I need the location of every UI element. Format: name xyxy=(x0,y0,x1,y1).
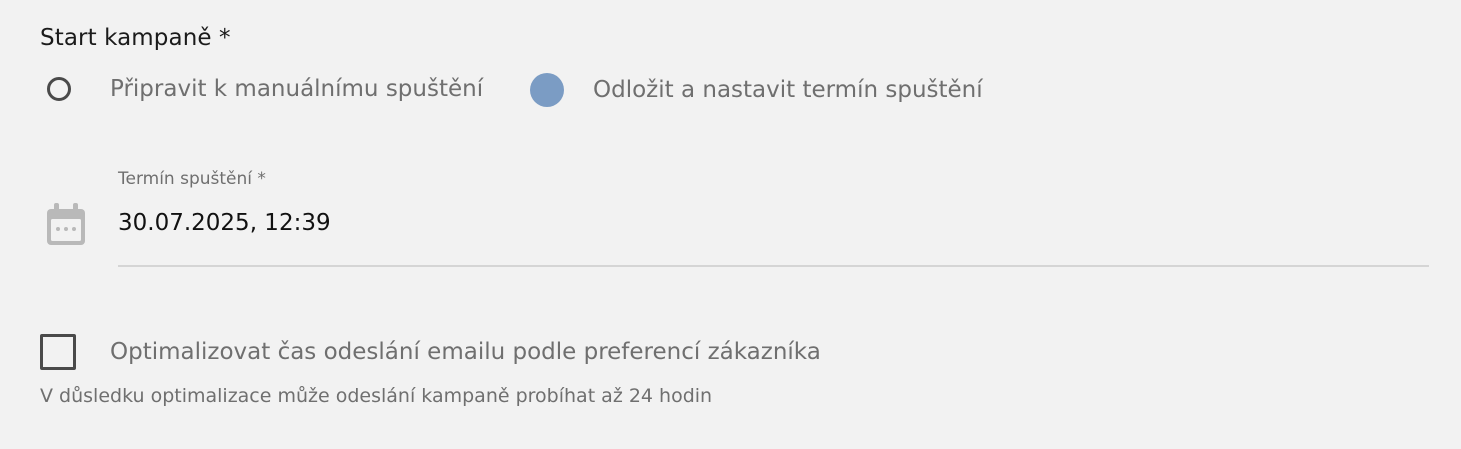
start-datetime-field: Termín spuštění * xyxy=(45,165,1429,267)
radio-scheduled-start-label[interactable]: Odložit a nastavit termín spuštění xyxy=(593,77,983,103)
radio-scheduled-start[interactable]: Odložit a nastavit termín spuštění xyxy=(530,73,983,107)
optimize-send-time-label[interactable]: Optimalizovat čas odeslání emailu podle … xyxy=(110,339,821,365)
start-datetime-input[interactable] xyxy=(118,203,1429,243)
radio-manual-start-label[interactable]: Připravit k manuálnímu spuštění xyxy=(110,76,483,102)
calendar-icon[interactable] xyxy=(45,203,87,247)
optimize-send-time-checkbox[interactable]: Optimalizovat čas odeslání emailu podle … xyxy=(40,334,821,370)
radio-selected-icon[interactable] xyxy=(530,73,564,107)
campaign-start-title: Start kampaně * xyxy=(40,25,231,51)
input-underline xyxy=(118,265,1429,267)
radio-unselected-icon[interactable] xyxy=(47,77,71,101)
start-datetime-label: Termín spuštění * xyxy=(118,169,266,189)
checkbox-unchecked-icon[interactable] xyxy=(40,334,76,370)
optimize-hint-text: V důsledku optimalizace může odeslání ka… xyxy=(40,385,713,407)
radio-manual-start[interactable]: Připravit k manuálnímu spuštění xyxy=(47,76,483,102)
